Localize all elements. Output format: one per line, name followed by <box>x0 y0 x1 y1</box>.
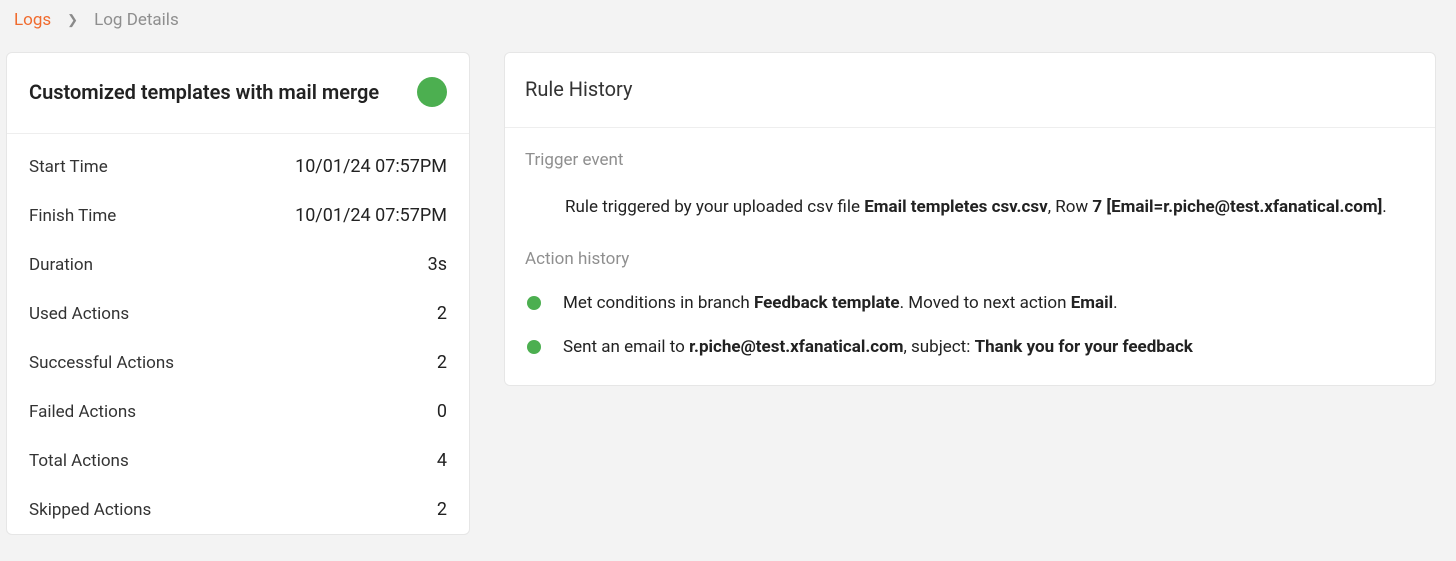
trigger-row-detail: 7 [Email=r.piche@test.xfanatical.com] <box>1092 197 1382 217</box>
stat-row: Skipped Actions 2 <box>29 485 447 534</box>
trigger-section: Trigger event Rule triggered by your upl… <box>505 128 1435 249</box>
stat-label-skipped-actions: Skipped Actions <box>29 500 151 520</box>
action-item: Met conditions in branch Feedback templa… <box>525 293 1415 313</box>
trigger-text: Rule triggered by your uploaded csv file… <box>525 194 1415 221</box>
status-dot-icon <box>527 296 541 310</box>
stat-value-finish-time: 10/01/24 07:57PM <box>295 205 447 226</box>
status-dot-icon <box>527 340 541 354</box>
stat-label-finish-time: Finish Time <box>29 206 116 226</box>
action-text: Met conditions in branch Feedback templa… <box>563 293 1118 313</box>
action-p2: . Moved to next action <box>900 293 1071 313</box>
stat-label-used-actions: Used Actions <box>29 304 129 324</box>
stat-value-failed-actions: 0 <box>437 401 447 422</box>
stat-value-successful-actions: 2 <box>437 352 447 373</box>
stat-row: Used Actions 2 <box>29 289 447 338</box>
stat-label-successful-actions: Successful Actions <box>29 353 174 373</box>
action-p1: Met conditions in branch <box>563 293 754 313</box>
action-b1: Feedback template <box>754 293 900 313</box>
stat-row: Duration 3s <box>29 240 447 289</box>
stat-value-duration: 3s <box>428 254 447 275</box>
action-p1: Sent an email to <box>563 337 689 357</box>
content-layout: Customized templates with mail merge Sta… <box>0 52 1456 535</box>
breadcrumb-current: Log Details <box>94 10 179 30</box>
action-b2: Email <box>1071 293 1113 313</box>
stat-value-skipped-actions: 2 <box>437 499 447 520</box>
summary-header: Customized templates with mail merge <box>7 53 469 134</box>
summary-stats: Start Time 10/01/24 07:57PM Finish Time … <box>7 134 469 534</box>
action-text: Sent an email to r.piche@test.xfanatical… <box>563 337 1193 357</box>
stat-row: Total Actions 4 <box>29 436 447 485</box>
chevron-right-icon: ❯ <box>67 13 78 28</box>
stat-value-start-time: 10/01/24 07:57PM <box>295 156 447 177</box>
stat-label-duration: Duration <box>29 255 93 275</box>
action-section-label: Action history <box>525 249 1415 269</box>
stat-value-used-actions: 2 <box>437 303 447 324</box>
history-card: Rule History Trigger event Rule triggere… <box>504 52 1436 386</box>
trigger-section-label: Trigger event <box>525 150 1415 170</box>
stat-row: Failed Actions 0 <box>29 387 447 436</box>
stat-label-failed-actions: Failed Actions <box>29 402 136 422</box>
action-item: Sent an email to r.piche@test.xfanatical… <box>525 337 1415 357</box>
action-list: Met conditions in branch Feedback templa… <box>525 293 1415 357</box>
stat-row: Successful Actions 2 <box>29 338 447 387</box>
action-p3: . <box>1113 293 1117 313</box>
breadcrumb: Logs ❯ Log Details <box>0 0 1456 52</box>
trigger-suffix: . <box>1382 197 1386 217</box>
summary-title: Customized templates with mail merge <box>29 80 379 104</box>
trigger-mid: , Row <box>1048 197 1093 217</box>
action-section: Action history Met conditions in branch … <box>505 249 1435 385</box>
action-b1: r.piche@test.xfanatical.com <box>689 337 903 357</box>
stat-label-total-actions: Total Actions <box>29 451 129 471</box>
breadcrumb-parent-link[interactable]: Logs <box>14 10 51 30</box>
action-p2: , subject: <box>903 337 974 357</box>
trigger-filename: Email templetes csv.csv <box>864 197 1048 217</box>
stat-row: Finish Time 10/01/24 07:57PM <box>29 191 447 240</box>
status-indicator-icon <box>417 77 447 107</box>
history-title: Rule History <box>505 53 1435 128</box>
action-b2: Thank you for your feedback <box>975 337 1193 357</box>
summary-card: Customized templates with mail merge Sta… <box>6 52 470 535</box>
trigger-prefix: Rule triggered by your uploaded csv file <box>565 197 864 217</box>
stat-row: Start Time 10/01/24 07:57PM <box>29 142 447 191</box>
stat-label-start-time: Start Time <box>29 157 108 177</box>
stat-value-total-actions: 4 <box>437 450 447 471</box>
